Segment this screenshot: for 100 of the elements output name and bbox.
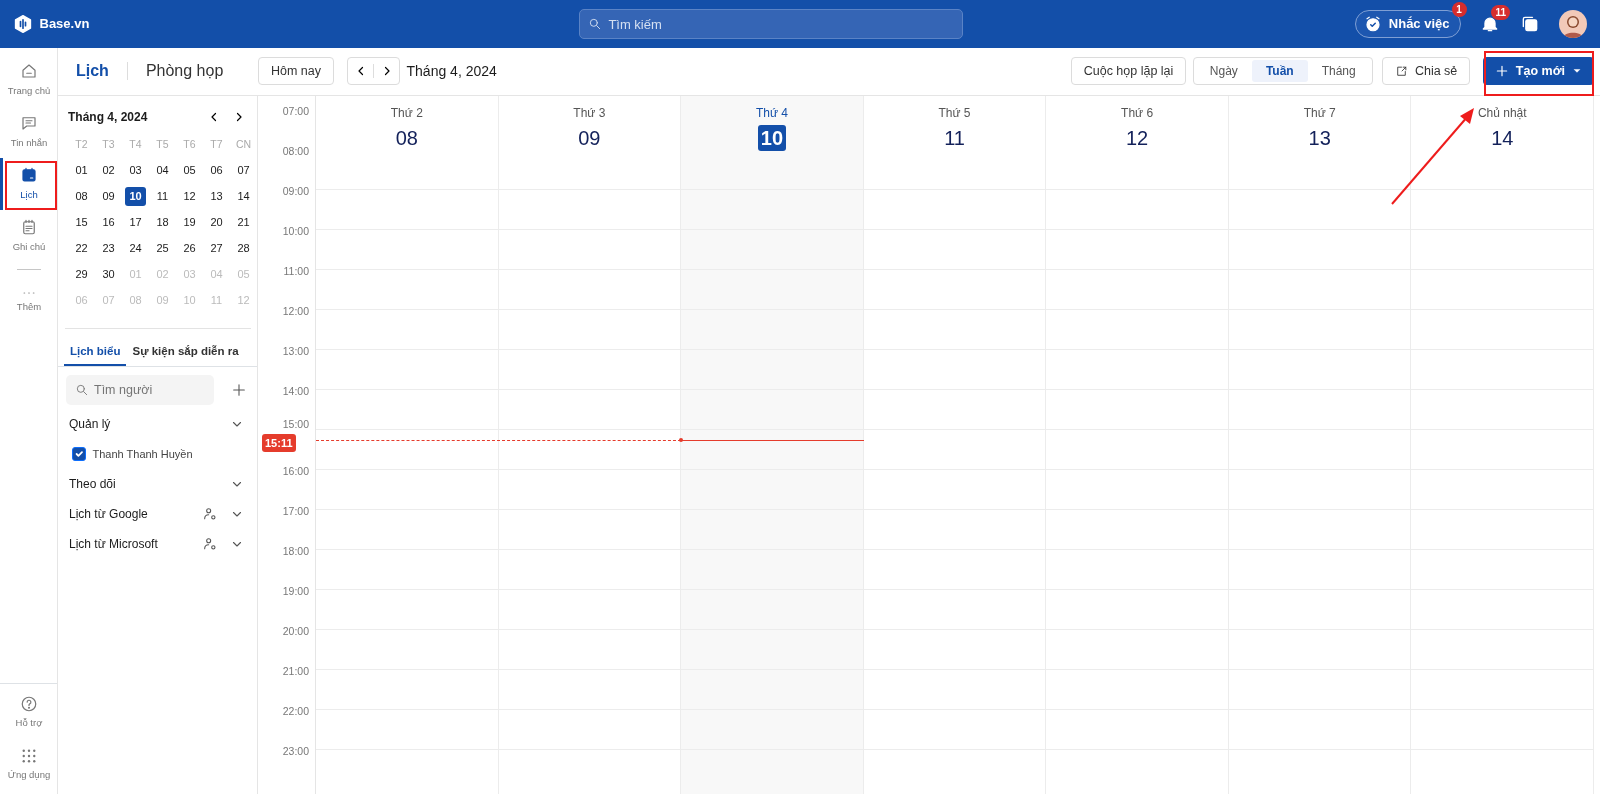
weekday-label: T4: [129, 136, 142, 152]
weekday-label: T7: [210, 136, 223, 152]
count-badge: 11: [1491, 5, 1510, 20]
calendar-day[interactable]: 30: [98, 265, 119, 284]
calendar-day[interactable]: 03: [125, 161, 146, 180]
nav-item[interactable]: Tin nhắn: [0, 106, 58, 158]
nav-item[interactable]: Trang chủ: [0, 54, 58, 106]
view-tab[interactable]: Ngày: [1195, 60, 1252, 83]
calendar-day[interactable]: 08: [71, 187, 92, 206]
calendar-day[interactable]: 24: [125, 239, 146, 258]
people-search-field[interactable]: Tìm người: [66, 374, 214, 405]
calendar-day[interactable]: 11: [152, 187, 173, 206]
nav-item[interactable]: Thêm: [0, 276, 58, 328]
weekday-label: T5: [156, 136, 169, 152]
hour-label: 12:00: [282, 304, 309, 317]
nav-item[interactable]: Hỗ trợ: [0, 686, 58, 739]
weekday-label: CN: [235, 136, 252, 152]
calendar-day[interactable]: 21: [233, 213, 254, 232]
calendar-tab[interactable]: Phòng họp: [127, 59, 242, 84]
share-button[interactable]: Chia sẻ: [1382, 57, 1471, 86]
month-title: Tháng 4, 2024: [68, 108, 148, 126]
group-label: Quản lý: [69, 415, 111, 433]
calendar-day[interactable]: 09: [98, 187, 119, 206]
day-number: 10: [757, 124, 787, 151]
count-badge: 1: [1451, 2, 1467, 17]
user-gear-icon: [202, 505, 218, 522]
day-number: 08: [394, 125, 419, 151]
calendar-day[interactable]: 01: [71, 161, 92, 180]
nav-item[interactable]: Ghi chú: [0, 210, 58, 262]
weekday-label: Thứ 3: [573, 104, 606, 122]
calendar-day[interactable]: 10: [125, 187, 146, 206]
hour-label: 18:00: [282, 544, 309, 557]
today-button[interactable]: Hôm nay: [258, 57, 335, 86]
day-number: 14: [1490, 125, 1515, 151]
calendar-day[interactable]: 13: [206, 187, 227, 206]
calendar-day[interactable]: 05: [179, 161, 200, 180]
calendar-day[interactable]: 16: [98, 213, 119, 232]
calendar-day[interactable]: 28: [233, 239, 254, 258]
hour-label: 10:00: [282, 224, 309, 237]
group-label: Lịch từ Microsoft: [69, 535, 158, 553]
person-name: Thanh Thanh Huyền: [92, 446, 193, 462]
plus-icon: [1495, 64, 1510, 79]
nav-item[interactable]: Ứng dụng: [0, 738, 58, 791]
user-avatar[interactable]: [1559, 10, 1587, 38]
home-icon: [20, 62, 38, 81]
calendar-day[interactable]: 19: [179, 213, 200, 232]
calendar-day[interactable]: 25: [152, 239, 173, 258]
hour-label: 15:00: [282, 417, 309, 430]
user-gear-icon: [202, 535, 218, 552]
panel-tab[interactable]: Sự kiện sắp diễn ra: [126, 342, 245, 366]
calendar-icon: [20, 166, 38, 185]
group-label: Theo dõi: [69, 475, 116, 493]
day-number: 09: [577, 125, 602, 151]
search-icon: [588, 17, 603, 31]
current-time-badge: 15:11: [262, 433, 296, 452]
calendar-day[interactable]: 23: [98, 239, 119, 258]
plus-icon: [231, 381, 247, 398]
calendar-day[interactable]: 07: [233, 161, 254, 180]
account-settings-button[interactable]: [202, 505, 218, 522]
nav-item[interactable]: Lịch: [0, 158, 58, 210]
account-settings-button[interactable]: [202, 535, 218, 552]
panel-tab[interactable]: Lịch biểu: [64, 342, 127, 366]
calendar-day[interactable]: 29: [71, 265, 92, 284]
calendar-day[interactable]: 12: [179, 187, 200, 206]
period-title: Tháng 4, 2024: [406, 61, 497, 81]
calendar-day[interactable]: 06: [206, 161, 227, 180]
hour-label: 16:00: [282, 464, 309, 477]
hour-label: 11:00: [283, 264, 309, 277]
create-button[interactable]: Tạo mới: [1483, 57, 1594, 86]
calendar-day[interactable]: 27: [206, 239, 227, 258]
calendar-day[interactable]: 04: [152, 161, 173, 180]
calendar-day[interactable]: 22: [71, 239, 92, 258]
view-tab[interactable]: Tháng: [1307, 60, 1370, 83]
calendar-day[interactable]: 17: [125, 213, 146, 232]
hour-label: 20:00: [282, 624, 309, 637]
calendar-day[interactable]: 20: [206, 213, 227, 232]
calendar-tab[interactable]: Lịch: [58, 59, 127, 84]
notepad-icon: [20, 218, 38, 237]
weekday-label: T6: [183, 136, 196, 152]
view-tab[interactable]: Tuần: [1251, 60, 1308, 83]
search-field[interactable]: Tìm kiếm: [579, 9, 964, 39]
weekday-label: Chủ nhật: [1477, 104, 1527, 122]
checkbox[interactable]: [72, 446, 86, 461]
calendar-day[interactable]: 02: [98, 161, 119, 180]
hour-label: 14:00: [282, 384, 309, 397]
weekday-label: Thứ 5: [938, 104, 971, 122]
highlight-frame: [5, 161, 57, 210]
calendar-day[interactable]: 14: [233, 187, 254, 206]
calendar-day[interactable]: 18: [152, 213, 173, 232]
group-label: Lịch từ Google: [69, 505, 148, 523]
weekday-label: Thứ 2: [390, 104, 423, 122]
share-icon: [1395, 64, 1409, 78]
day-number: 13: [1307, 125, 1332, 151]
weekday-label: Thứ 6: [1121, 104, 1154, 122]
weekday-label: T3: [102, 136, 115, 152]
calendar-day[interactable]: 26: [179, 239, 200, 258]
recurring-meeting-button[interactable]: Cuộc họp lặp lại: [1070, 57, 1187, 86]
hour-label: 21:00: [282, 664, 309, 677]
calendar-day[interactable]: 15: [71, 213, 92, 232]
weekday-label: Thứ 7: [1303, 104, 1336, 122]
